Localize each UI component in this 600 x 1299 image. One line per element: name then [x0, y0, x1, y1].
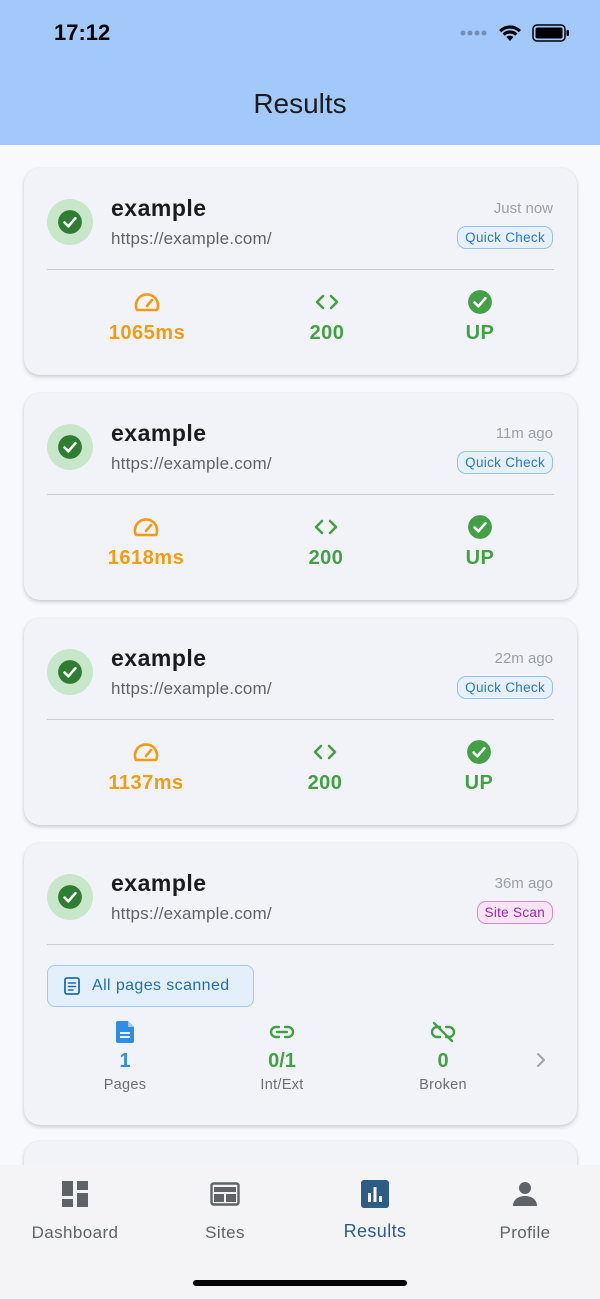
battery-icon	[532, 24, 569, 42]
speedometer-icon	[133, 518, 159, 537]
response-time-value: 1065ms	[108, 322, 186, 344]
status-code-value: 200	[309, 322, 345, 344]
app-header: 17:12 Results	[0, 0, 600, 145]
speedometer-icon	[134, 293, 160, 312]
tab-label: Profile	[499, 1223, 551, 1242]
site-url: https://example.com/	[111, 229, 272, 248]
response-time-value: 1137ms	[108, 772, 184, 794]
wifi-icon	[499, 25, 521, 41]
check-type-badge: Quick Check	[457, 226, 553, 249]
status-code-value: 200	[307, 772, 343, 794]
status-code-metric: 200	[255, 738, 395, 795]
check-circle-icon	[467, 740, 491, 764]
site-name: example	[111, 195, 207, 221]
response-time-value: 1618ms	[107, 547, 185, 569]
status-avatar	[47, 424, 93, 470]
time-ago: 11m ago	[495, 425, 553, 442]
site-name: example	[111, 870, 207, 896]
link-icon	[269, 1025, 295, 1039]
site-url: https://example.com/	[111, 454, 272, 473]
status-code-metric: 200	[257, 288, 397, 345]
results-chart-icon	[361, 1180, 389, 1208]
result-card[interactable]: example https://example.com/ Just now Qu…	[24, 168, 577, 375]
link-off-icon	[430, 1021, 456, 1043]
check-circle-icon	[58, 660, 82, 684]
links-value: 0/1	[268, 1050, 296, 1072]
result-card-site-scan[interactable]: example https://example.com/ 36m ago Sit…	[24, 843, 577, 1125]
tab-label: Sites	[205, 1223, 245, 1242]
tab-label: Dashboard	[31, 1223, 119, 1242]
tab-sites[interactable]: Sites	[150, 1179, 300, 1243]
pages-stat: 1 Pages	[65, 1018, 185, 1093]
code-icon	[314, 519, 338, 535]
time-ago: 36m ago	[494, 875, 553, 892]
check-circle-icon	[468, 515, 492, 539]
status-metric: UP	[410, 288, 550, 345]
status-value: UP	[464, 772, 494, 794]
sites-icon	[210, 1182, 240, 1206]
response-time-metric: 1065ms	[77, 288, 217, 345]
results-list[interactable]: example https://example.com/ Just now Qu…	[0, 145, 600, 1165]
time-ago: Just now	[493, 200, 553, 217]
result-card[interactable]: example https://example.com/ 22m ago Qui…	[24, 618, 577, 825]
check-circle-icon	[58, 210, 82, 234]
links-label: Int/Ext	[260, 1077, 304, 1093]
check-circle-icon	[58, 885, 82, 909]
dashboard-icon	[62, 1181, 88, 1207]
status-code-metric: 200	[256, 513, 396, 570]
tab-results[interactable]: Results	[300, 1179, 450, 1242]
broken-value: 0	[437, 1050, 449, 1072]
signal-dots-icon	[460, 30, 487, 36]
result-card[interactable]: example https://example.com/ 11m ago Qui…	[24, 393, 577, 600]
check-type-badge: Site Scan	[476, 901, 553, 924]
divider	[47, 944, 554, 945]
code-icon	[315, 294, 339, 310]
divider	[47, 719, 554, 720]
check-circle-icon	[58, 435, 82, 459]
response-time-metric: 1618ms	[76, 513, 216, 570]
links-stat: 0/1 Int/Ext	[222, 1018, 342, 1093]
code-icon	[313, 744, 337, 760]
site-name: example	[111, 645, 207, 671]
status-time: 17:12	[54, 20, 111, 45]
status-icons	[460, 24, 570, 42]
status-metric: UP	[410, 513, 550, 570]
scan-status-banner: All pages scanned	[47, 965, 254, 1007]
file-icon	[116, 1021, 134, 1043]
page-title: Results	[253, 88, 347, 119]
status-value: UP	[465, 547, 495, 569]
status-avatar	[47, 649, 93, 695]
broken-stat: 0 Broken	[383, 1018, 503, 1093]
pages-value: 1	[119, 1050, 131, 1072]
status-value: UP	[465, 322, 495, 344]
status-code-value: 200	[308, 547, 344, 569]
person-icon	[513, 1182, 537, 1206]
broken-label: Broken	[419, 1077, 467, 1093]
site-name: example	[111, 420, 207, 446]
divider	[47, 494, 554, 495]
chevron-right-icon[interactable]	[535, 1051, 547, 1069]
check-type-badge: Quick Check	[457, 676, 553, 699]
site-url: https://example.com/	[111, 904, 272, 923]
tab-profile[interactable]: Profile	[450, 1179, 600, 1243]
status-avatar	[47, 874, 93, 920]
status-avatar	[47, 199, 93, 245]
bottom-tab-bar: Dashboard Sites Results Profile	[0, 1165, 600, 1299]
tab-label: Results	[343, 1221, 407, 1241]
pages-label: Pages	[103, 1077, 147, 1093]
check-circle-icon	[468, 290, 492, 314]
document-list-icon	[64, 977, 80, 995]
check-type-badge: Quick Check	[457, 451, 553, 474]
time-ago: 22m ago	[494, 650, 553, 667]
status-metric: UP	[409, 738, 549, 795]
response-time-metric: 1137ms	[76, 738, 216, 795]
home-indicator	[193, 1280, 407, 1286]
scan-status-label: All pages scanned	[92, 977, 230, 994]
site-url: https://example.com/	[111, 679, 272, 698]
tab-dashboard[interactable]: Dashboard	[0, 1179, 150, 1243]
divider	[47, 269, 554, 270]
speedometer-icon	[133, 743, 159, 762]
result-card[interactable]	[24, 1141, 577, 1165]
